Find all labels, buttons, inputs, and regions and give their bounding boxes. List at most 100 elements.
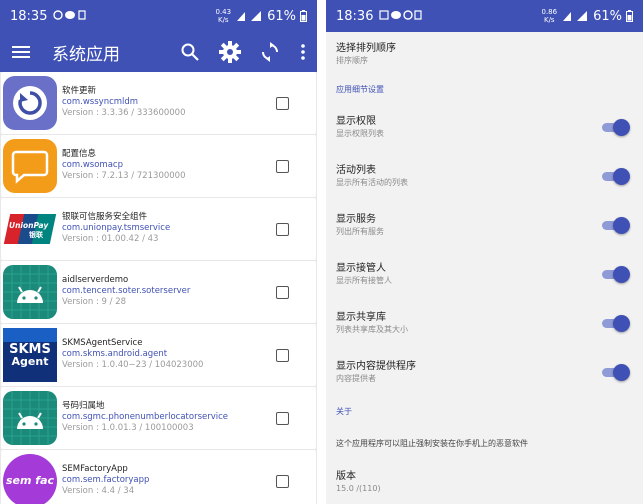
version-pref[interactable]: 版本 15.0 /(110) <box>336 460 643 504</box>
sem-text: sem fac <box>5 474 55 488</box>
app-list-item[interactable]: sem fac SEMFactoryApp com.sem.factoryapp… <box>1 450 316 504</box>
switch-knob <box>613 265 630 283</box>
toggle-switch[interactable] <box>602 265 630 283</box>
battery-icon <box>626 10 633 22</box>
unionpay-cn: 银联 <box>29 230 43 239</box>
app-package: com.sgmc.phonenumberlocatorservice <box>62 412 229 423</box>
pref-title: 显示内容提供程序 <box>336 360 416 372</box>
app-select-checkbox[interactable] <box>276 348 289 362</box>
switch-knob <box>613 216 630 234</box>
pref-title: 显示服务 <box>336 213 376 225</box>
notification-icons <box>53 9 87 23</box>
toggle-switch[interactable] <box>602 167 630 185</box>
app-version: Version : 9 / 28 <box>62 297 127 308</box>
app-list-item[interactable]: 软件更新 com.wssyncmldm Version : 3.3.36 / 3… <box>1 72 316 134</box>
android-icon <box>3 390 57 445</box>
unionpay-icon: UnionPay 银联 <box>3 201 57 256</box>
android-icon <box>3 264 57 319</box>
toggle-switch[interactable] <box>602 363 630 381</box>
switch-knob <box>613 363 630 381</box>
message-icon <box>3 138 57 193</box>
page-title: 系统应用 <box>52 44 120 65</box>
pref-activity-list[interactable]: 活动列表 显示所有活动的列表 <box>336 151 643 200</box>
app-version: Version : 4.4 / 34 <box>62 486 135 497</box>
pref-summary: 显示权限列表 <box>336 128 384 138</box>
app-select-checkbox[interactable] <box>276 159 289 173</box>
pref-show-providers[interactable]: 显示内容提供程序 内容提供者 <box>336 347 643 396</box>
pref-summary: 列出所有服务 <box>336 226 384 236</box>
app-package: com.wsomacp <box>62 160 123 171</box>
category-header-about: 关于 <box>336 406 352 416</box>
pref-show-permissions[interactable]: 显示权限 显示权限列表 <box>336 102 643 151</box>
settings-screen: 18:36 0.86 K/s 61% 选择排列顺序 排序顺序 应用细节设置 显示权… <box>326 0 643 504</box>
pref-title: 显示共享库 <box>336 311 386 323</box>
battery-icon <box>300 10 307 22</box>
app-list-item[interactable]: aidlserverdemo com.tencent.soter.soterse… <box>1 261 316 323</box>
category-header-details: 应用细节设置 <box>336 84 384 94</box>
toggle-switch[interactable] <box>602 216 630 234</box>
pref-summary: 显示所有活动的列表 <box>336 177 408 187</box>
app-name: 配置信息 <box>62 149 97 160</box>
app-select-checkbox[interactable] <box>276 411 289 425</box>
app-version: Version : 3.3.36 / 333600000 <box>62 108 186 119</box>
pref-title: 选择排列顺序 <box>336 43 396 54</box>
app-name: aidlserverdemo <box>62 275 129 286</box>
switch-knob <box>613 314 630 332</box>
speed-value: 0.86 <box>541 8 558 16</box>
app-name: 号码归属地 <box>62 401 105 412</box>
gear-icon[interactable] <box>217 39 243 65</box>
network-speed: 0.86 K/s <box>542 8 558 24</box>
refresh-icon[interactable] <box>257 39 283 65</box>
app-name: 银联可信服务安全组件 <box>62 212 148 223</box>
pref-show-shared-libs[interactable]: 显示共享库 列表共享库及其大小 <box>336 298 643 347</box>
app-list-item[interactable]: 号码归属地 com.sgmc.phonenumberlocatorservice… <box>1 387 316 449</box>
pref-title: 版本 <box>336 471 356 482</box>
notification-icons <box>379 9 423 23</box>
app-select-checkbox[interactable] <box>276 474 289 488</box>
app-name: SEMFactoryApp <box>62 464 128 475</box>
status-time: 18:35 <box>10 8 48 24</box>
pref-show-services[interactable]: 显示服务 列出所有服务 <box>336 200 643 249</box>
app-list-item[interactable]: 配置信息 com.wsomacp Version : 7.2.13 / 7213… <box>1 135 316 197</box>
pref-title: 显示接管人 <box>336 262 386 274</box>
app-list: 软件更新 com.wssyncmldm Version : 3.3.36 / 3… <box>0 72 317 504</box>
app-name: SKMSAgentService <box>62 338 143 349</box>
pref-title: 活动列表 <box>336 164 376 176</box>
settings-list: 选择排列顺序 排序顺序 应用细节设置 显示权限 显示权限列表 活动列表 显示所有活动… <box>326 32 643 504</box>
app-list-item[interactable]: SKMS Agent SKMSAgentService com.skms.and… <box>1 324 316 386</box>
switch-knob <box>613 118 630 136</box>
agent-text: Agent <box>11 354 49 368</box>
search-icon[interactable] <box>177 39 203 65</box>
app-list-item[interactable]: UnionPay 银联 银联可信服务安全组件 com.unionpay.tsms… <box>1 198 316 260</box>
more-vert-icon[interactable] <box>297 39 309 65</box>
unionpay-en: UnionPay <box>9 220 49 230</box>
pref-show-receivers[interactable]: 显示接管人 显示所有接管人 <box>336 249 643 298</box>
menu-icon[interactable] <box>8 39 34 65</box>
battery-level: 61% <box>593 8 622 24</box>
toggle-switch[interactable] <box>602 118 630 136</box>
software-update-icon <box>3 75 57 130</box>
speed-unit: K/s <box>543 16 555 24</box>
sort-order-pref[interactable]: 选择排列顺序 排序顺序 <box>336 32 643 76</box>
toggle-switch[interactable] <box>602 314 630 332</box>
pref-summary: 显示所有接管人 <box>336 275 392 285</box>
app-select-checkbox[interactable] <box>276 96 289 110</box>
app-list-screen: 18:35 0.43 K/s 61% 系统应用 软件更新 com.wssyncm… <box>0 0 317 504</box>
network-speed: 0.43 K/s <box>216 8 232 24</box>
signal-icon <box>237 11 262 21</box>
app-select-checkbox[interactable] <box>276 222 289 236</box>
app-select-checkbox[interactable] <box>276 285 289 299</box>
switch-knob <box>613 167 630 185</box>
app-version: Version : 7.2.13 / 721300000 <box>62 171 186 182</box>
pref-summary: 内容提供者 <box>336 373 376 383</box>
app-version: Version : 01.00.42 / 43 <box>62 234 159 245</box>
pref-title: 显示权限 <box>336 115 376 127</box>
status-time: 18:36 <box>336 8 374 24</box>
sem-factory-icon: sem fac <box>3 453 57 504</box>
status-bar: 18:35 0.43 K/s 61% <box>0 0 317 32</box>
pref-summary: 列表共享库及其大小 <box>336 324 408 334</box>
app-package: com.unionpay.tsmservice <box>62 223 171 234</box>
battery-level: 61% <box>267 8 296 24</box>
skms-agent-icon: SKMS Agent <box>3 327 57 382</box>
app-package: com.sem.factoryapp <box>62 475 150 486</box>
